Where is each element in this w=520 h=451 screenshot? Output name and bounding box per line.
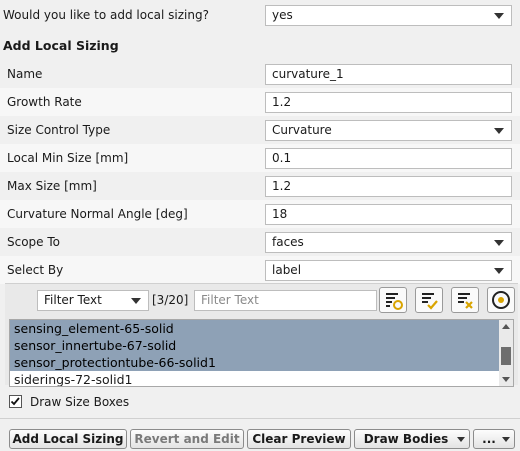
filter-new-icon bbox=[386, 293, 403, 310]
add-local-sizing-question-row: Would you like to add local sizing? yes bbox=[0, 1, 520, 29]
max-size-input[interactable]: 1.2 bbox=[265, 176, 512, 197]
target-button[interactable] bbox=[487, 287, 515, 313]
filter-new-button[interactable] bbox=[379, 287, 407, 313]
draw-size-boxes-label: Draw Size Boxes bbox=[30, 395, 130, 409]
list-item[interactable]: sensor_innertube-67-solid bbox=[10, 337, 513, 354]
scope-to-dropdown[interactable]: faces bbox=[265, 232, 512, 253]
scroll-up-icon[interactable] bbox=[502, 324, 510, 329]
name-label: Name bbox=[7, 67, 43, 81]
draw-bodies-label: Draw Bodies bbox=[363, 432, 449, 446]
draw-bodies-button[interactable]: Draw Bodies bbox=[354, 429, 470, 449]
clear-preview-button[interactable]: Clear Preview bbox=[247, 429, 351, 449]
target-icon bbox=[492, 291, 510, 309]
draw-size-boxes-checkbox[interactable] bbox=[9, 395, 22, 408]
name-row: Name curvature_1 bbox=[0, 60, 520, 88]
chevron-down-icon bbox=[502, 437, 510, 442]
select-by-row: Select By label bbox=[0, 256, 520, 284]
add-local-sizing-button[interactable]: Add Local Sizing bbox=[9, 429, 127, 449]
more-button[interactable]: ... bbox=[473, 429, 515, 449]
list-item[interactable]: sensor_protectiontube-66-solid1 bbox=[10, 354, 513, 371]
local-min-size-row: Local Min Size [mm] 0.1 bbox=[0, 144, 520, 172]
filter-check-button[interactable] bbox=[415, 287, 443, 313]
curvature-normal-angle-input[interactable]: 18 bbox=[265, 204, 512, 225]
local-min-size-label: Local Min Size [mm] bbox=[7, 151, 129, 165]
name-input[interactable]: curvature_1 bbox=[265, 64, 512, 85]
local-min-size-input[interactable]: 0.1 bbox=[265, 148, 512, 169]
select-by-label: Select By bbox=[7, 263, 64, 277]
growth-rate-input[interactable]: 1.2 bbox=[265, 92, 512, 113]
select-by-dropdown[interactable]: label bbox=[265, 260, 512, 281]
filter-type-dropdown[interactable]: Filter Text bbox=[37, 290, 149, 311]
question-label: Would you like to add local sizing? bbox=[3, 8, 209, 22]
list-item[interactable]: siderings-72-solid1 bbox=[10, 371, 513, 386]
size-control-type-row: Size Control Type Curvature bbox=[0, 116, 520, 144]
max-size-row: Max Size [mm] 1.2 bbox=[0, 172, 520, 200]
scroll-down-icon[interactable] bbox=[502, 377, 510, 382]
list-scrollbar[interactable] bbox=[499, 320, 513, 386]
filter-text-input[interactable]: Filter Text bbox=[194, 290, 377, 311]
section-title: Add Local Sizing bbox=[3, 38, 119, 53]
revert-and-edit-button[interactable]: Revert and Edit bbox=[130, 429, 244, 449]
filter-check-icon bbox=[422, 293, 438, 310]
size-control-type-dropdown[interactable]: Curvature bbox=[265, 120, 512, 141]
size-control-type-label: Size Control Type bbox=[7, 123, 111, 137]
growth-rate-row: Growth Rate 1.2 bbox=[0, 88, 520, 116]
growth-rate-label: Growth Rate bbox=[7, 95, 82, 109]
curvature-normal-angle-label: Curvature Normal Angle [deg] bbox=[7, 207, 188, 221]
more-label: ... bbox=[482, 432, 496, 446]
selection-panel: Filter Text [3/20] Filter Text sensing_e… bbox=[5, 283, 518, 387]
checkmark-icon bbox=[10, 397, 20, 406]
scroll-thumb[interactable] bbox=[501, 347, 511, 365]
list-item[interactable]: sensing_element-65-solid bbox=[10, 320, 513, 337]
chevron-down-icon bbox=[457, 437, 465, 442]
selection-count: [3/20] bbox=[152, 293, 189, 307]
scope-to-label: Scope To bbox=[7, 235, 61, 249]
filter-clear-icon bbox=[458, 293, 473, 309]
object-list[interactable]: sensing_element-65-solid sensor_innertub… bbox=[9, 319, 514, 387]
curvature-normal-angle-row: Curvature Normal Angle [deg] 18 bbox=[0, 200, 520, 228]
filter-clear-button[interactable] bbox=[451, 287, 479, 313]
max-size-label: Max Size [mm] bbox=[7, 179, 97, 193]
action-bar: Add Local Sizing Revert and Edit Clear P… bbox=[0, 418, 520, 451]
add-local-sizing-dropdown[interactable]: yes bbox=[265, 5, 512, 26]
scope-to-row: Scope To faces bbox=[0, 228, 520, 256]
